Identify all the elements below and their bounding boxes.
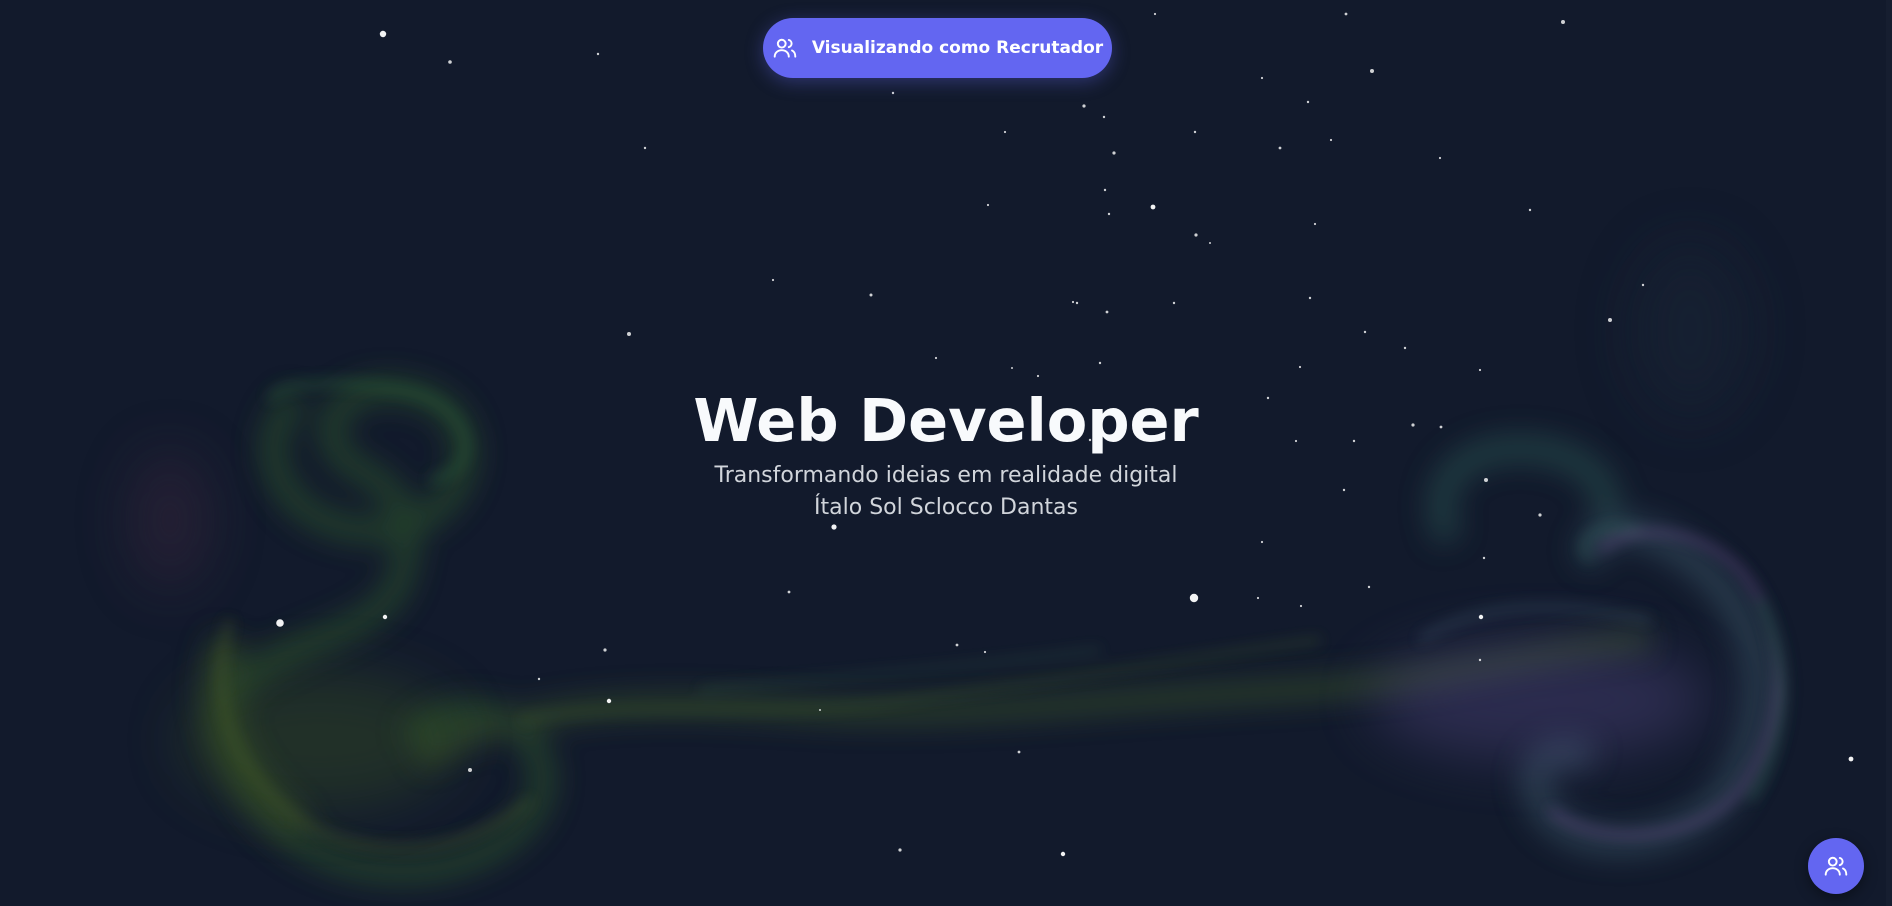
star bbox=[787, 590, 791, 594]
star bbox=[1367, 585, 1371, 589]
star bbox=[1209, 242, 1211, 244]
star bbox=[1478, 368, 1482, 372]
star bbox=[1329, 138, 1333, 142]
star bbox=[1172, 301, 1176, 305]
star bbox=[831, 524, 837, 530]
star bbox=[643, 146, 647, 150]
star bbox=[1036, 374, 1040, 378]
star bbox=[1344, 12, 1348, 16]
floating-users-button[interactable] bbox=[1808, 838, 1864, 894]
star bbox=[1082, 104, 1086, 108]
star bbox=[1193, 130, 1197, 134]
star bbox=[1403, 346, 1407, 350]
star bbox=[1003, 130, 1007, 134]
star bbox=[537, 677, 541, 681]
star bbox=[379, 30, 387, 38]
hero-name: Ítalo Sol Sclocco Dantas bbox=[814, 495, 1078, 520]
hero-title: Web Developer bbox=[693, 386, 1199, 455]
star bbox=[1256, 596, 1260, 600]
star bbox=[1278, 146, 1282, 150]
star bbox=[448, 60, 452, 64]
scrollbar-track bbox=[1886, 0, 1892, 906]
star bbox=[1313, 222, 1317, 226]
star bbox=[1363, 330, 1367, 334]
star bbox=[1017, 750, 1021, 754]
star bbox=[1641, 283, 1645, 287]
star bbox=[1478, 658, 1482, 662]
star bbox=[1482, 556, 1486, 560]
star bbox=[1370, 69, 1374, 73]
star bbox=[891, 91, 895, 95]
star bbox=[1150, 204, 1156, 210]
star bbox=[596, 52, 600, 56]
star bbox=[1107, 212, 1111, 216]
star bbox=[1298, 365, 1302, 369]
star bbox=[819, 709, 821, 711]
star bbox=[955, 643, 959, 647]
star bbox=[603, 648, 607, 652]
star bbox=[1478, 614, 1484, 620]
star bbox=[1848, 756, 1854, 762]
star bbox=[934, 356, 938, 360]
star bbox=[606, 698, 612, 704]
star bbox=[1011, 367, 1013, 369]
recruiter-view-toggle-button[interactable]: Visualizando como Recrutador bbox=[763, 18, 1112, 78]
star bbox=[627, 332, 631, 336]
star bbox=[1260, 540, 1264, 544]
star bbox=[1306, 100, 1310, 104]
star bbox=[1075, 301, 1079, 305]
hero-subtitle: Transformando ideias em realidade digita… bbox=[714, 463, 1178, 488]
star bbox=[1528, 208, 1532, 212]
star bbox=[1112, 151, 1116, 155]
star bbox=[276, 619, 284, 627]
star bbox=[1071, 300, 1075, 304]
star bbox=[771, 278, 775, 282]
users-icon bbox=[772, 35, 798, 61]
star bbox=[1102, 115, 1106, 119]
star bbox=[986, 203, 990, 207]
star bbox=[1153, 12, 1157, 16]
star bbox=[983, 650, 987, 654]
star bbox=[1194, 233, 1198, 237]
hero-section: Web Developer Transformando ideias em re… bbox=[0, 384, 1892, 524]
star bbox=[1105, 310, 1109, 314]
recruiter-view-label: Visualizando como Recrutador bbox=[811, 38, 1104, 58]
star bbox=[1098, 361, 1102, 365]
star bbox=[898, 848, 902, 852]
star bbox=[1103, 188, 1107, 192]
star bbox=[1299, 604, 1303, 608]
users-icon bbox=[1823, 853, 1849, 879]
star bbox=[1438, 156, 1442, 160]
star bbox=[1561, 20, 1565, 24]
star bbox=[1060, 851, 1066, 857]
star bbox=[1189, 593, 1199, 603]
star bbox=[1608, 318, 1612, 322]
star bbox=[869, 293, 873, 297]
star bbox=[1308, 296, 1312, 300]
star bbox=[1260, 76, 1264, 80]
star bbox=[468, 768, 472, 772]
page-background: Visualizando como Recrutador Web Develop… bbox=[0, 0, 1892, 906]
star bbox=[382, 614, 388, 620]
